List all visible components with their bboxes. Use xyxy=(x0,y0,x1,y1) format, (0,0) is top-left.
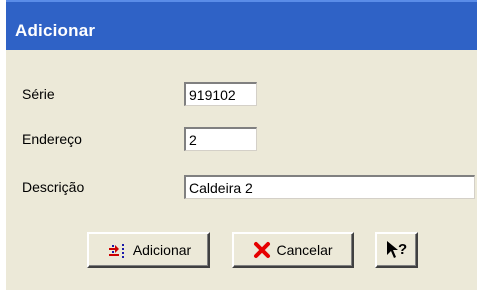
cancel-button-label: Cancelar xyxy=(276,242,333,258)
add-arrow-icon xyxy=(106,241,128,259)
help-button[interactable]: ? xyxy=(375,232,418,268)
help-pointer-icon: ? xyxy=(385,239,409,261)
cancel-button[interactable]: Cancelar xyxy=(232,232,354,268)
add-dialog: Adicionar Série Endereço Descrição Adici… xyxy=(6,0,477,290)
window-title: Adicionar xyxy=(15,21,96,40)
add-button-label: Adicionar xyxy=(132,242,192,258)
add-button[interactable]: Adicionar xyxy=(87,232,210,268)
svg-text:?: ? xyxy=(398,241,407,258)
serie-label: Série xyxy=(22,86,55,102)
title-bar-highlight xyxy=(6,0,477,2)
title-bar[interactable]: Adicionar xyxy=(6,0,477,50)
serie-field[interactable] xyxy=(184,82,257,106)
descricao-label: Descrição xyxy=(22,179,85,195)
red-x-icon xyxy=(253,241,271,259)
endereco-label: Endereço xyxy=(22,131,82,147)
descricao-field[interactable] xyxy=(184,175,475,199)
endereco-field[interactable] xyxy=(184,127,257,151)
